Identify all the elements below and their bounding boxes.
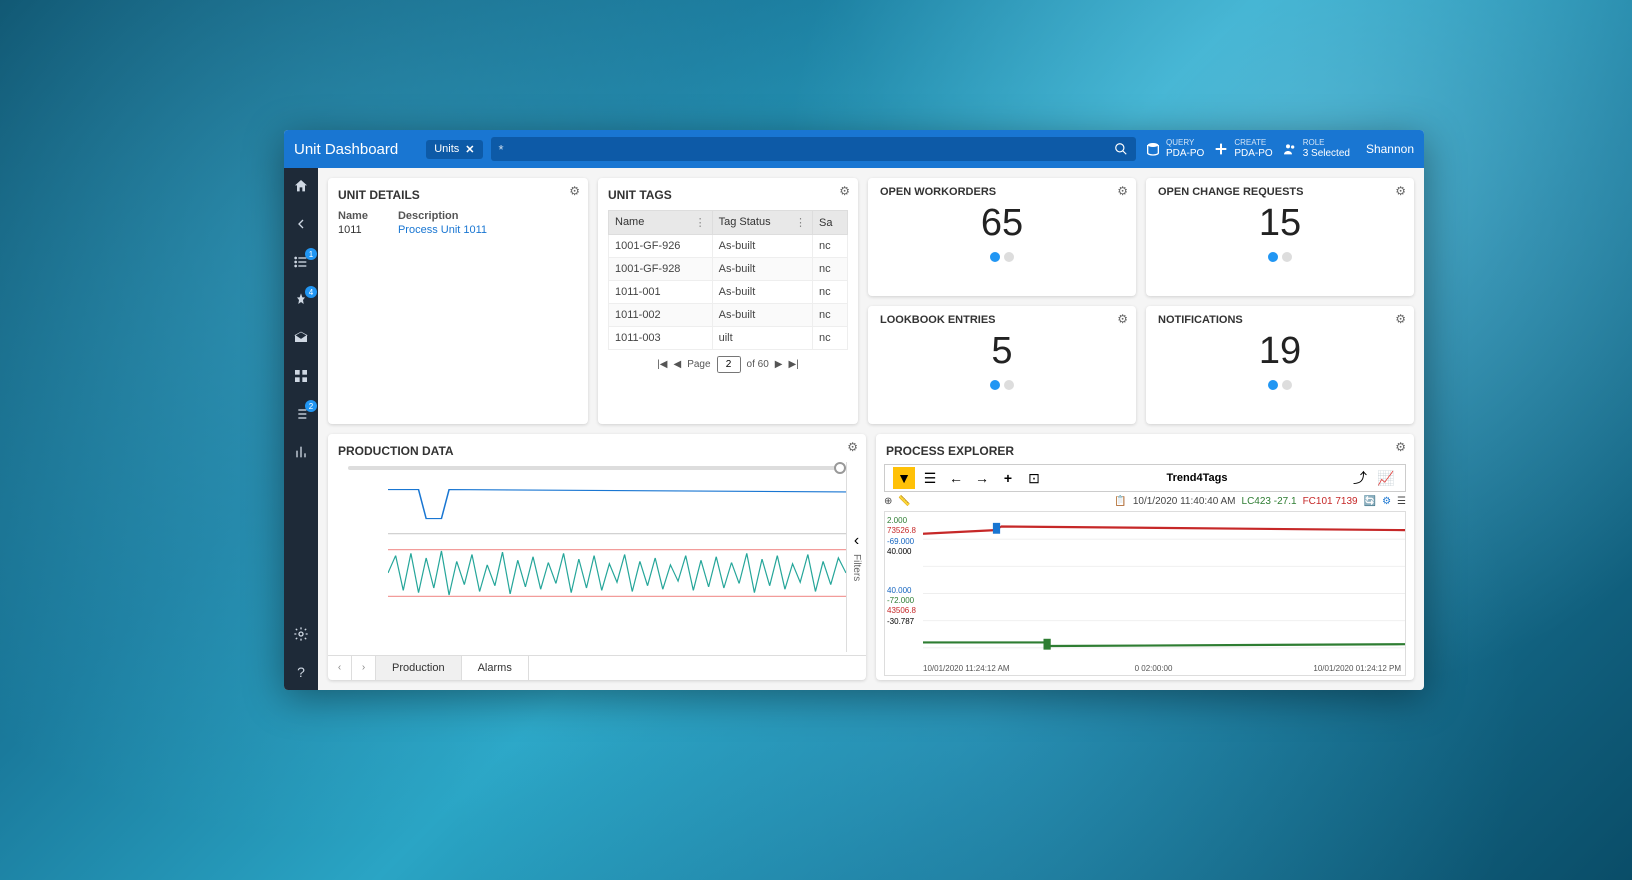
production-data-card: ⚙ PRODUCTION DATA [328,434,866,680]
widget-menu-icon[interactable]: ⚙ [1395,184,1406,198]
time-slider[interactable] [348,466,846,470]
sidebar: 1 4 2 ? [284,168,318,690]
widget-menu-icon[interactable]: ⚙ [569,184,580,198]
col-name[interactable]: Name⋮ [609,211,713,235]
list-icon[interactable]: 1 [291,252,311,272]
users-icon [1281,140,1299,158]
help-icon[interactable]: ? [291,662,311,682]
pin-icon[interactable]: 4 [291,290,311,310]
production-tabs: ‹ › Production Alarms [328,655,866,680]
explorer-toolbar: ▼ ☰ ← → + ⊡ Trend4Tags ⤴ 📈 [884,464,1406,492]
pager-next[interactable]: ▶ [775,359,783,370]
app-window: Unit Dashboard Units ✕ * QUERYPDA-PO CRE… [284,130,1424,690]
back-icon[interactable] [291,214,311,234]
share-icon[interactable]: ⤴ [1349,467,1371,489]
close-icon[interactable]: ✕ [465,143,474,156]
clipboard-icon[interactable]: 📋 [1114,496,1126,507]
unit-details-card: ⚙ UNIT DETAILS Name1011 DescriptionProce… [328,178,588,424]
production-chart-1 [388,478,846,536]
pager-last[interactable]: ▶| [789,359,799,370]
lookbook-card[interactable]: ⚙ LOOKBOOK ENTRIES 5 [868,306,1136,424]
filter-chip-units[interactable]: Units ✕ [426,140,482,159]
menu-icon[interactable]: ☰ [919,467,941,489]
process-explorer-card: ⚙ PROCESS EXPLORER ▼ ☰ ← → + ⊡ Trend4Tag… [876,434,1414,680]
explorer-subbar: ⊕ 📏 📋 10/1/2020 11:40:40 AM LC423 -27.1 … [876,494,1414,509]
home-icon[interactable] [291,176,311,196]
pager-first[interactable]: |◀ [657,359,667,370]
filter-icon[interactable]: ▼ [893,467,915,489]
query-selector[interactable]: QUERYPDA-PO [1144,139,1204,159]
table-row[interactable]: 1011-003uiltnc [609,327,848,350]
widget-menu-icon[interactable]: ⚙ [1395,440,1406,454]
unit-tags-card: ⚙ UNIT TAGS Name⋮ Tag Status⋮ Sa 1001-GF… [598,178,858,424]
inbox-icon[interactable] [291,328,311,348]
user-name[interactable]: Shannon [1358,142,1414,156]
chart-type-icon[interactable]: 📈 [1375,467,1397,489]
page-title: Unit Dashboard [294,141,418,158]
col-sa[interactable]: Sa [813,211,848,235]
apps-icon[interactable] [291,366,311,386]
create-button[interactable]: CREATEPDA-PO [1212,139,1272,159]
zoom-icon[interactable]: ⊕ [884,496,892,507]
back-arrow-icon[interactable]: ← [945,467,967,489]
unit-tags-table: Name⋮ Tag Status⋮ Sa 1001-GF-926As-built… [608,210,848,350]
filters-toggle[interactable]: ‹ Filters [846,462,866,652]
workorders-card[interactable]: ⚙ OPEN WORKORDERS 65 [868,178,1136,296]
header-bar: Unit Dashboard Units ✕ * QUERYPDA-PO CRE… [284,130,1424,168]
tab-production[interactable]: Production [376,656,462,680]
col-status[interactable]: Tag Status⋮ [712,211,812,235]
role-selector[interactable]: ROLE3 Selected [1281,139,1350,159]
change-requests-card[interactable]: ⚙ OPEN CHANGE REQUESTS 15 [1146,178,1414,296]
widget-menu-icon[interactable]: ⚙ [1117,312,1128,326]
table-row[interactable]: 1001-GF-928As-builtnc [609,258,848,281]
gear-icon[interactable] [291,624,311,644]
table-row[interactable]: 1011-002As-builtnc [609,304,848,327]
forward-arrow-icon[interactable]: → [971,467,993,489]
database-icon [1144,140,1162,158]
production-chart-2 [388,544,846,602]
search-input[interactable]: * [491,137,1136,161]
dashboard-content: ⚙ UNIT DETAILS Name1011 DescriptionProce… [318,168,1424,690]
columns-icon[interactable]: ☰ [1397,496,1406,507]
tab-alarms[interactable]: Alarms [462,656,529,680]
plus-icon [1212,140,1230,158]
list2-icon[interactable]: 2 [291,404,311,424]
description-link[interactable]: Process Unit 1011 [398,224,487,236]
add-icon[interactable]: + [997,467,1019,489]
metrics-grid: ⚙ OPEN WORKORDERS 65 ⚙ OPEN CHANGE REQUE… [868,178,1414,424]
analytics-icon[interactable] [291,442,311,462]
trend-chart[interactable]: 2.000 73526.8 -69.000 40.000 40.000 -72.… [884,511,1406,676]
widget-menu-icon[interactable]: ⚙ [839,184,850,198]
table-row[interactable]: 1011-001As-builtnc [609,281,848,304]
refresh-icon[interactable]: 🔄 [1364,496,1376,507]
target-icon[interactable]: ⊡ [1023,467,1045,489]
notifications-card[interactable]: ⚙ NOTIFICATIONS 19 [1146,306,1414,424]
pager-page-input[interactable] [717,356,741,373]
tab-scroll-left[interactable]: ‹ [328,656,352,680]
widget-menu-icon[interactable]: ⚙ [1117,184,1128,198]
table-row[interactable]: 1001-GF-926As-builtnc [609,235,848,258]
ruler-icon[interactable]: 📏 [898,496,910,507]
pager: |◀ ◀ Page of 60 ▶ ▶| [608,356,848,373]
widget-menu-icon[interactable]: ⚙ [847,440,858,454]
pager-prev[interactable]: ◀ [673,359,681,370]
chevron-left-icon: ‹ [854,532,859,550]
tab-scroll-right[interactable]: › [352,656,376,680]
gear-icon[interactable]: ⚙ [1382,496,1391,507]
search-icon[interactable] [1114,142,1128,156]
widget-menu-icon[interactable]: ⚙ [1395,312,1406,326]
